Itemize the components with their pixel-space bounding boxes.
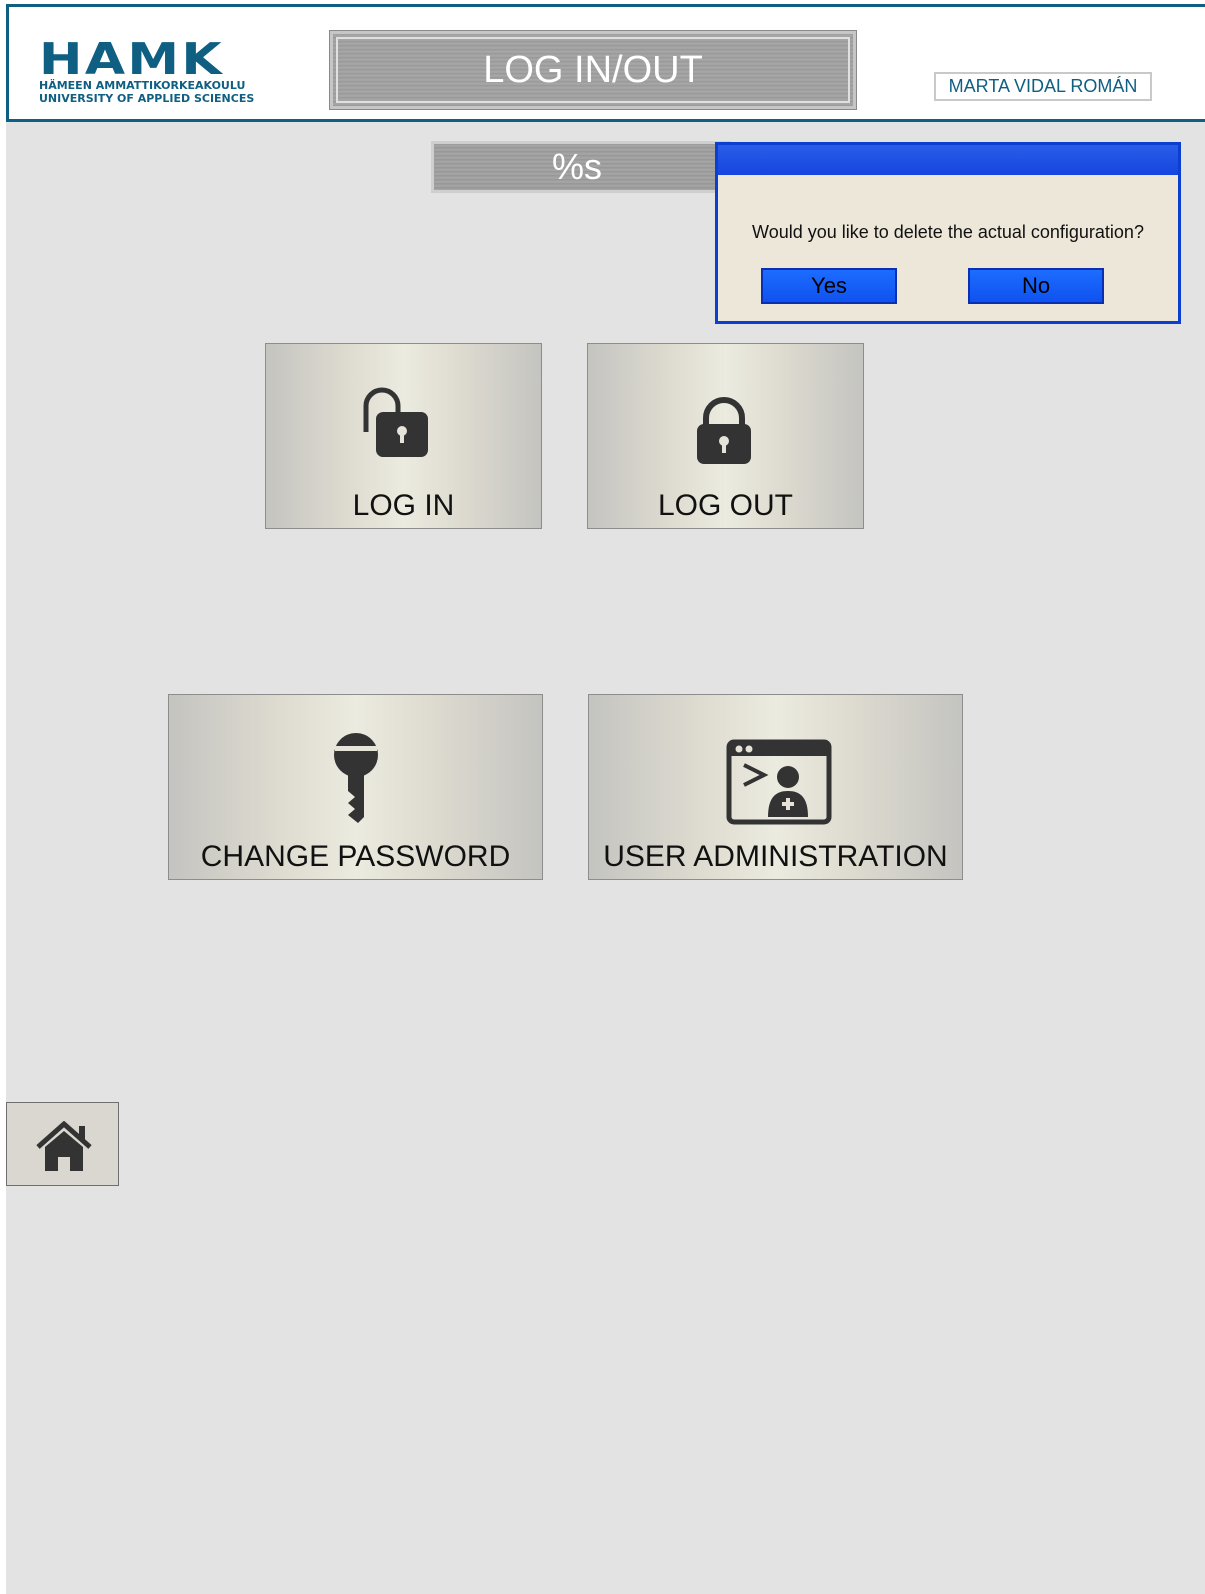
home-icon bbox=[36, 1121, 92, 1171]
lock-icon bbox=[697, 397, 751, 464]
home-button[interactable] bbox=[6, 1102, 119, 1186]
user-admin-icon bbox=[726, 739, 832, 825]
log-out-label: LOG OUT bbox=[657, 489, 793, 522]
header-bar: HAMK HÄMEEN AMMATTIKORKEAKOULU UNIVERSIT… bbox=[6, 4, 1205, 122]
log-in-label: LOG IN bbox=[352, 489, 455, 522]
change-password-button[interactable]: CHANGE PASSWORD bbox=[168, 694, 543, 880]
change-password-label: CHANGE PASSWORD bbox=[200, 840, 511, 873]
unlock-icon bbox=[363, 387, 428, 457]
log-in-button[interactable]: LOG IN bbox=[265, 343, 542, 529]
hamk-logo: HAMK HÄMEEN AMMATTIKORKEAKOULU UNIVERSIT… bbox=[39, 38, 255, 106]
hmi-screen: HAMK HÄMEEN AMMATTIKORKEAKOULU UNIVERSIT… bbox=[6, 4, 1205, 1594]
log-out-button[interactable]: LOG OUT bbox=[587, 343, 864, 529]
current-user-field: MARTA VIDAL ROMÁN bbox=[934, 72, 1152, 101]
dialog-yes-button[interactable]: Yes bbox=[761, 268, 897, 304]
status-display: %s bbox=[431, 141, 731, 193]
logo-line-english: UNIVERSITY OF APPLIED SCIENCES bbox=[39, 92, 255, 105]
user-administration-button[interactable]: USER ADMINISTRATION bbox=[588, 694, 963, 880]
logo-wordmark: HAMK bbox=[39, 34, 224, 85]
confirm-dialog: Would you like to delete the actual conf… bbox=[715, 142, 1181, 324]
page-title-box: LOG IN/OUT bbox=[329, 30, 857, 110]
dialog-message: Would you like to delete the actual conf… bbox=[752, 222, 1144, 242]
status-text: %s bbox=[551, 146, 602, 187]
page-title: LOG IN/OUT bbox=[483, 48, 703, 91]
dialog-no-button[interactable]: No bbox=[968, 268, 1104, 304]
dialog-title-bar[interactable] bbox=[718, 145, 1178, 175]
key-icon bbox=[334, 733, 378, 823]
user-administration-label: USER ADMINISTRATION bbox=[603, 840, 948, 873]
